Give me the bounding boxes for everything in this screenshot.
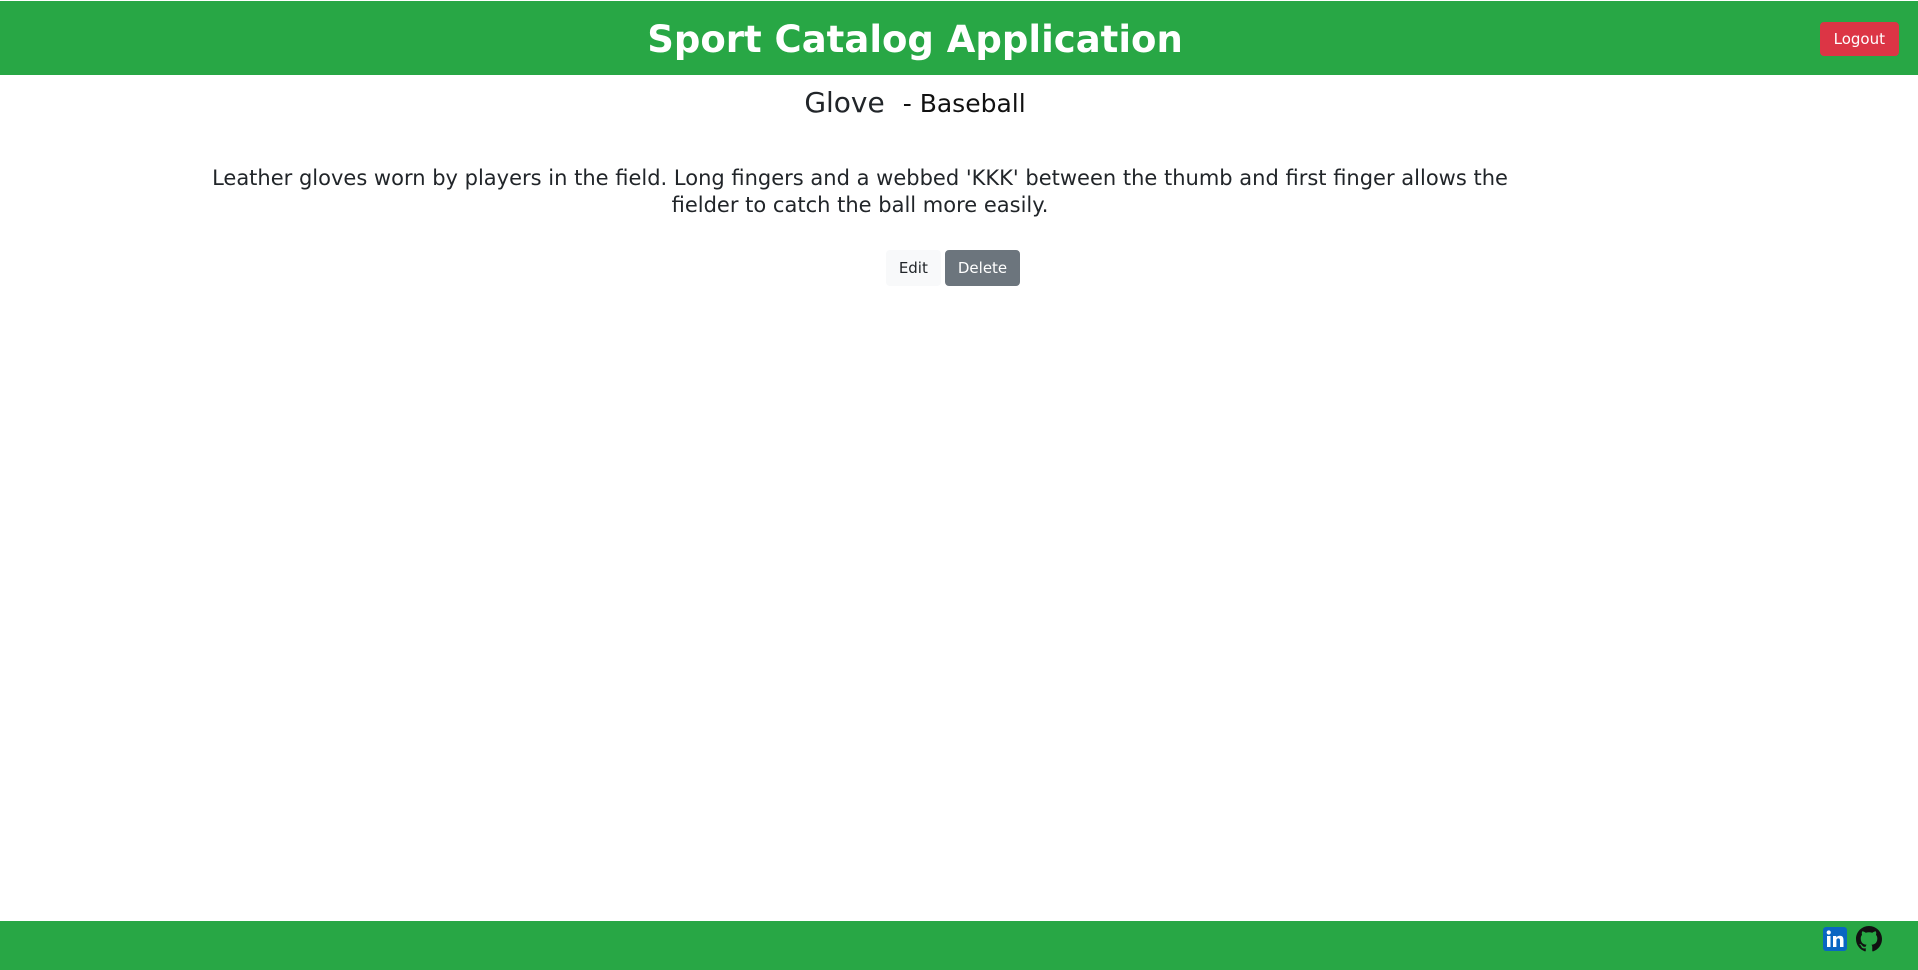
app-footer — [0, 921, 1918, 970]
item-name: Glove — [804, 86, 885, 119]
item-actions: Edit Delete — [0, 250, 1906, 286]
delete-button[interactable]: Delete — [944, 250, 1021, 286]
linkedin-icon[interactable] — [1822, 926, 1848, 952]
item-heading: Glove - Baseball — [0, 86, 1830, 119]
app-header: Sport Catalog Application Logout — [0, 0, 1918, 75]
edit-button[interactable]: Edit — [885, 250, 941, 286]
item-category: - Baseball — [902, 89, 1026, 118]
social-links — [1822, 926, 1882, 952]
item-description: Leather gloves worn by players in the fi… — [212, 166, 1508, 217]
page: Sport Catalog Application Logout Glove - … — [0, 0, 1918, 970]
logout-button[interactable]: Logout — [1819, 22, 1899, 56]
github-icon[interactable] — [1856, 926, 1882, 952]
app-title: Sport Catalog Application — [647, 18, 1183, 61]
